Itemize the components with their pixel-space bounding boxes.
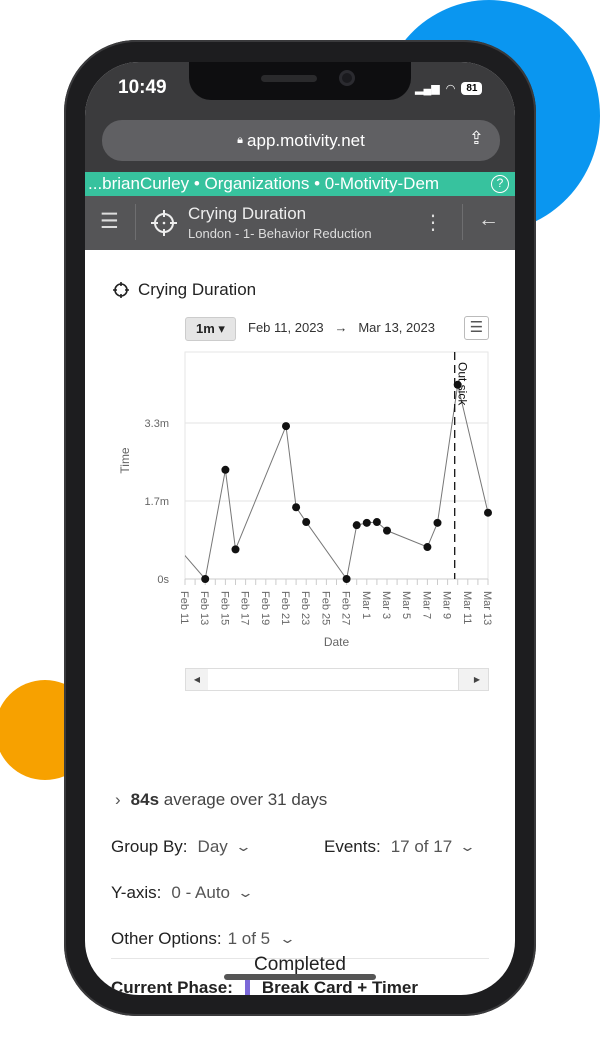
x-tick-label: Mar 9 — [441, 591, 453, 619]
data-point — [292, 503, 301, 512]
events-value: 17 of 17 — [390, 837, 453, 856]
series-line — [185, 384, 489, 581]
other-options-value: 1 of 5 — [227, 929, 271, 948]
x-axis-label: Date — [324, 635, 350, 649]
hamburger-menu-icon[interactable]: ☰ — [100, 209, 119, 234]
other-options-label: Other Options: — [111, 929, 222, 948]
data-point — [423, 543, 432, 552]
other-options-select[interactable]: Other Options: 1 of 5 ⌄ — [111, 929, 297, 949]
chart: 0s 1.7m 3.3m Feb 11 Feb 13 Feb 15 Feb 17 Feb 19… — [118, 351, 493, 649]
more-options-icon[interactable]: ⋮ — [423, 210, 443, 235]
phase-value[interactable]: Break Card + Timer — [262, 978, 418, 995]
chevron-right-icon: › — [115, 790, 121, 809]
y-tick-label: 3.3m — [145, 418, 169, 430]
x-tick-label: Mar 13 — [481, 591, 493, 625]
data-point — [342, 575, 351, 583]
x-tick-label: Mar 7 — [420, 591, 432, 619]
group-by-select[interactable]: Group By: Day ⌄ — [111, 837, 252, 857]
average-value: 84s — [130, 790, 160, 809]
group-by-label: Group By: — [111, 837, 188, 856]
lock-icon: 🔒︎ — [237, 134, 244, 146]
data-point — [352, 521, 361, 530]
data-point — [484, 508, 492, 517]
x-tick-label: Feb 27 — [340, 591, 352, 625]
divider — [462, 204, 463, 240]
chart-scrollbar[interactable]: ◀ ▶ — [185, 668, 489, 691]
battery-icon: 81 — [461, 82, 483, 95]
average-text: average over 31 days — [163, 790, 328, 809]
y-axis-value: 0 - Auto — [171, 883, 231, 902]
plot-area — [184, 351, 489, 580]
average-summary[interactable]: › 84s average over 31 days — [115, 790, 327, 810]
share-icon[interactable]: ⇪ — [469, 128, 484, 149]
breadcrumb: ...brianCurley • Organizations • 0-Motiv… — [85, 172, 515, 196]
y-tick-label: 0s — [157, 574, 169, 586]
data-point — [433, 518, 442, 527]
speaker — [261, 75, 317, 82]
x-tick-label: Mar 1 — [360, 591, 372, 619]
chevron-down-icon: ⌄ — [458, 839, 477, 854]
chevron-down-icon: ⌄ — [236, 885, 255, 900]
x-tick-label: Feb 19 — [259, 591, 271, 625]
graph-content: Crying Duration 1m ▾ Feb 11, 2023 → Mar … — [85, 250, 515, 995]
x-tick-label: Feb 17 — [239, 591, 251, 625]
back-arrow-icon[interactable]: ← — [478, 208, 499, 232]
app-bar-title: Crying Duration — [188, 204, 307, 223]
x-tick-label: Feb 25 — [319, 591, 331, 625]
completed-label: Completed — [254, 954, 346, 975]
home-indicator — [224, 974, 376, 980]
data-point — [302, 518, 311, 527]
phase-label: Current Phase: — [111, 978, 233, 995]
y-axis-select[interactable]: Y-axis: 0 - Auto ⌄ — [111, 883, 255, 903]
data-point — [453, 380, 462, 389]
signal-icon: ▂▄▆ — [415, 83, 440, 95]
data-point — [362, 518, 371, 527]
group-by-value: Day — [197, 837, 228, 856]
data-point — [201, 575, 210, 583]
help-icon[interactable]: ? — [491, 175, 509, 193]
y-axis-label: Y-axis: — [111, 883, 162, 902]
app-bar-subtitle: London - 1- Behavior Reduction — [188, 226, 372, 241]
data-point — [383, 526, 391, 535]
camera — [339, 70, 355, 86]
chevron-down-icon: ⌄ — [234, 839, 252, 854]
x-tick-label: Feb 15 — [218, 591, 230, 625]
scroll-left-button[interactable]: ◀ — [186, 669, 208, 690]
phone-screen: 10:49 ▂▄▆ ◠ 81 🔒︎ app.motivity.net ⇪ ...… — [85, 62, 515, 995]
chevron-down-icon: ⌄ — [278, 931, 297, 946]
data-point — [372, 518, 381, 527]
data-point — [282, 422, 290, 431]
y-tick-label: 1.7m — [145, 496, 169, 508]
x-tick-label: Mar 3 — [380, 591, 392, 619]
app-bar: ☰ Crying Duration London - 1- Behavior R… — [85, 196, 515, 250]
notch — [189, 62, 411, 100]
events-select[interactable]: Events: 17 of 17 ⌄ — [324, 837, 477, 857]
breadcrumb-text[interactable]: ...brianCurley • Organizations • 0-Motiv… — [88, 174, 439, 193]
address-bar[interactable]: 🔒︎ app.motivity.net ⇪ — [102, 120, 500, 161]
browser-top-bar: 10:49 ▂▄▆ ◠ 81 🔒︎ app.motivity.net ⇪ — [85, 62, 515, 172]
wifi-icon: ◠ — [445, 83, 456, 95]
x-tick-label: Feb 21 — [279, 591, 291, 625]
x-tick-label: Mar 11 — [461, 591, 473, 624]
data-point — [221, 465, 230, 474]
events-label: Events: — [324, 837, 381, 856]
data-point — [231, 545, 240, 554]
status-icons: ▂▄▆ ◠ 81 — [415, 82, 483, 95]
x-tick-label: Mar 5 — [400, 591, 412, 619]
x-tick-label: Feb 13 — [198, 591, 210, 625]
status-time: 10:49 — [118, 77, 167, 98]
url-text: app.motivity.net — [247, 130, 365, 150]
scroll-thumb[interactable] — [458, 669, 466, 690]
target-icon — [151, 210, 177, 236]
y-axis-label: Time — [118, 447, 132, 474]
divider — [135, 204, 136, 240]
scroll-right-button[interactable]: ▶ — [466, 669, 488, 690]
x-tick-label: Feb 11 — [178, 591, 190, 624]
x-tick-label: Feb 23 — [299, 591, 311, 625]
